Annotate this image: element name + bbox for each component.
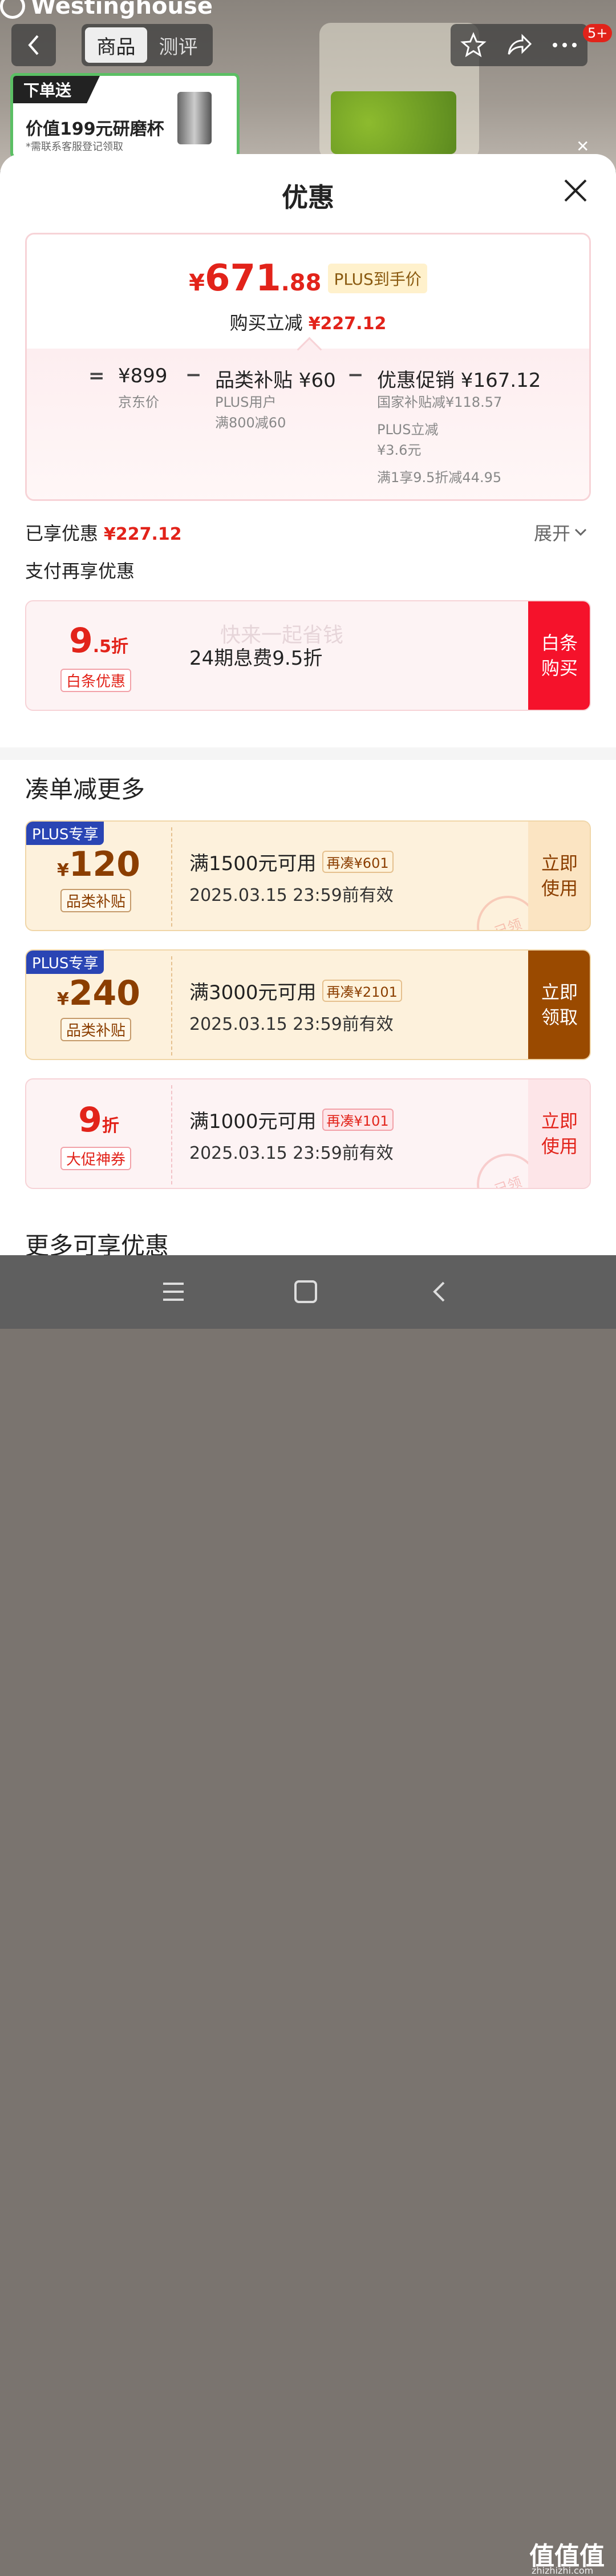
expand-label: 展开 <box>534 523 571 544</box>
menu-icon[interactable] <box>161 1280 186 1303</box>
coupon-validity: 2025.03.15 23:59前有效 <box>189 1143 394 1163</box>
baitiao-discount: 9.5折 白条优惠 <box>26 601 171 710</box>
promo-title: 优惠促销 ¥167.12 <box>377 369 541 392</box>
gift-tag: 下单送 <box>13 76 100 103</box>
chevron-down-icon <box>574 528 587 536</box>
enjoyed-label: 已享优惠 <box>25 523 99 544</box>
instant-save-line: 购买立减 ¥227.12 <box>27 309 589 335</box>
site-watermark-url: zhizhizhi.com <box>532 2565 594 2576</box>
more-icon[interactable] <box>552 42 578 48</box>
subsidy-sub-1: PLUS用户 <box>215 394 277 410</box>
coupon-type-tag: 品类补贴 <box>60 889 132 912</box>
coupon-validity: 2025.03.15 23:59前有效 <box>189 885 394 905</box>
subsidy-sub-2: 满800减60 <box>215 415 286 431</box>
coupon-type-tag: 大促神券 <box>60 1147 132 1170</box>
subsidy-title: 品类补贴 ¥60 <box>215 369 336 392</box>
more-offers-title: 更多可享优惠 <box>25 1232 169 1255</box>
back-icon[interactable] <box>429 1280 449 1303</box>
plus-exclusive-tag: PLUS专享 <box>26 951 104 974</box>
minus-sign: − <box>185 363 202 386</box>
share-icon[interactable] <box>505 33 533 58</box>
notification-badge: 5+ <box>583 24 613 42</box>
brand-logo: Westinghouse <box>0 0 213 19</box>
baitiao-buy-button[interactable]: 白条 购买 <box>528 601 590 710</box>
chevron-left-icon <box>28 35 39 55</box>
sheet-title: 优惠 <box>282 182 334 213</box>
price-summary-box: ¥671.88 PLUS到手价 购买立减 ¥227.12 = ¥899 京东价 −… <box>25 233 591 501</box>
tab-review[interactable]: 测评 <box>147 27 209 63</box>
bundle-section-title: 凑单减更多 <box>25 775 145 803</box>
claim-now-button[interactable]: 立即 领取 <box>528 951 590 1059</box>
promo-sub-1: 国家补贴减¥118.57 <box>377 394 502 410</box>
coupon-validity: 2025.03.15 23:59前有效 <box>189 1014 394 1034</box>
brand-name: Westinghouse <box>31 0 213 19</box>
top-right-actions <box>451 24 587 66</box>
plus-exclusive-tag: PLUS专享 <box>26 822 104 845</box>
use-now-button[interactable]: 立即 使用 <box>528 1079 590 1188</box>
coupon-card[interactable]: PLUS专享 ¥240 品类补贴 满3000元可用 再凑¥2101 2025.0… <box>25 949 591 1060</box>
final-price-integer: 671 <box>205 257 281 300</box>
close-icon[interactable] <box>562 177 589 204</box>
coupon-condition: 满1500元可用 再凑¥601 <box>189 848 394 876</box>
grinder-cup-image <box>177 92 212 144</box>
tab-product[interactable]: 商品 <box>85 27 147 63</box>
gift-promo-card[interactable]: 下单送 价值199元研磨杯 *需联系客服登记领取 <box>10 73 240 159</box>
final-price: ¥671.88 PLUS到手价 <box>27 257 589 300</box>
system-navigation-bar: 值值值 zhizhizhi.com <box>0 1255 616 2576</box>
minus-sign: − <box>347 363 364 386</box>
coupon-condition: 满1000元可用 再凑¥101 <box>189 1106 394 1134</box>
gift-title: 价值199元研磨杯 <box>26 119 164 139</box>
pay-more-title: 支付再享优惠 <box>25 560 135 582</box>
coupon-amount: 9折 <box>78 1100 119 1140</box>
brand-logo-icon <box>0 0 25 19</box>
coupon-amount: ¥120 <box>56 844 141 884</box>
baitiao-tag: 白条优惠 <box>60 669 132 692</box>
final-price-currency: ¥ <box>189 270 205 296</box>
coupon-amount: ¥240 <box>56 973 141 1013</box>
star-icon[interactable] <box>460 32 487 58</box>
instant-save-label: 购买立减 <box>229 312 303 334</box>
coupon-card[interactable]: PLUS专享 ¥120 品类补贴 满1500元可用 再凑¥601 2025.03… <box>25 820 591 931</box>
promo-sub-4: 满1享9.5折减44.95 <box>377 470 502 486</box>
equals-sign: = <box>88 365 105 387</box>
discount-sheet: 优惠 ¥671.88 PLUS到手价 购买立减 ¥227.12 = ¥899 京东… <box>0 154 616 1255</box>
plus-price-tag: PLUS到手价 <box>328 264 427 293</box>
baitiao-description: 24期息费9.5折 <box>189 647 323 670</box>
coupon-type-tag: 品类补贴 <box>60 1018 132 1041</box>
coupon-condition: 满3000元可用 再凑¥2101 <box>189 977 402 1005</box>
kiwi-fruit-image <box>331 91 456 154</box>
product-header-background: Westinghouse 商品 测评 5+ 下单送 价值199元研磨杯 *需联系… <box>0 0 616 171</box>
close-icon[interactable]: ✕ <box>576 137 589 156</box>
use-now-button[interactable]: 立即 使用 <box>528 822 590 930</box>
jd-price-label: 京东价 <box>118 394 159 410</box>
baitiao-offer-card[interactable]: 9.5折 白条优惠 快来一起省钱 24期息费9.5折 白条 购买 <box>25 600 591 711</box>
home-icon[interactable] <box>293 1280 318 1303</box>
coupon-card[interactable]: 9折 大促神券 满1000元可用 再凑¥101 2025.03.15 23:59… <box>25 1078 591 1189</box>
back-button[interactable] <box>11 24 56 66</box>
promo-sub-3: ¥3.6元 <box>377 442 422 458</box>
baitiao-discount-value: 9.5折 <box>68 621 129 661</box>
expand-button[interactable]: 展开 <box>534 519 587 545</box>
coupon-topup-tag: 再凑¥101 <box>322 1109 394 1131</box>
gift-note: *需联系客服登记领取 <box>26 141 123 153</box>
jd-price: ¥899 <box>118 365 168 387</box>
coupon-topup-tag: 再凑¥601 <box>322 851 394 873</box>
enjoyed-amount: ¥227.12 <box>104 524 182 544</box>
instant-save-amount: ¥227.12 <box>308 314 387 334</box>
section-divider <box>0 747 616 760</box>
final-price-decimal: .88 <box>281 270 322 296</box>
promo-sub-2: PLUS立减 <box>377 422 439 438</box>
product-tab-switch: 商品 测评 <box>82 24 213 66</box>
coupon-topup-tag: 再凑¥2101 <box>322 980 402 1002</box>
enjoyed-discount: 已享优惠 ¥227.12 <box>25 519 182 545</box>
